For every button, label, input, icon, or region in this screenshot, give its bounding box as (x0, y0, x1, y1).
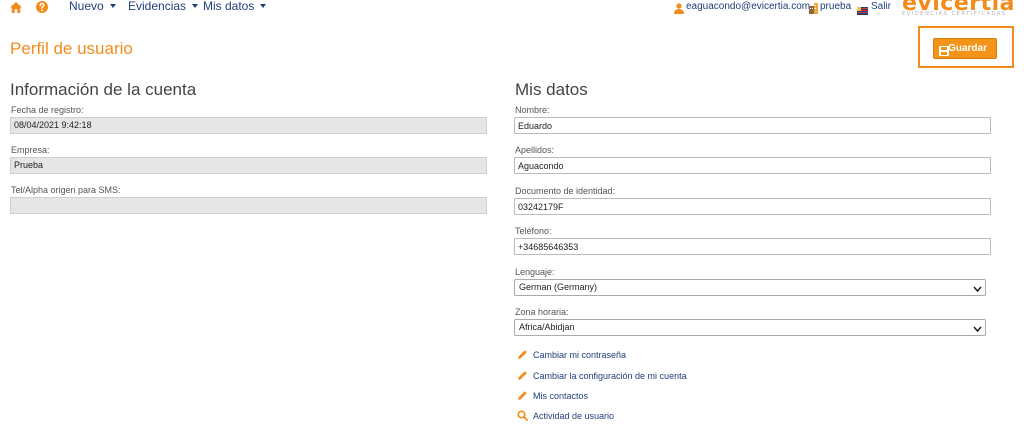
save-button[interactable]: Guardar (933, 38, 997, 59)
phone-label: Teléfono: (515, 226, 552, 236)
name-input[interactable] (514, 117, 991, 134)
save-icon (939, 44, 949, 63)
menu-evidencias-label: Evidencias (128, 0, 187, 13)
menu-mis-datos-label: Mis datos (203, 0, 255, 13)
chevron-down-icon (973, 283, 982, 298)
change-password-label: Cambiar mi contraseña (533, 350, 627, 360)
surname-input[interactable] (514, 157, 991, 174)
search-icon (517, 410, 529, 423)
name-label: Nombre: (515, 105, 550, 115)
timezone-select-value: Africa/Abidjan (519, 322, 575, 332)
my-contacts-link[interactable]: Mis contactos (517, 390, 588, 403)
change-password-link[interactable]: Cambiar mi contraseña (517, 349, 626, 362)
sms-origin-field (10, 197, 487, 214)
account-info-heading: Información de la cuenta (10, 80, 197, 99)
menu-nuevo-label: Nuevo (69, 0, 104, 13)
page-title: Perfil de usuario (10, 39, 133, 58)
user-activity-label: Actividad de usuario (533, 411, 615, 421)
pencil-icon (517, 390, 529, 403)
language-select-value: German (Germany) (519, 282, 598, 292)
my-contacts-label: Mis contactos (533, 391, 589, 401)
top-navbar: Nuevo Evidencias Mis datos eaguacondo@ev… (0, 0, 1024, 19)
save-button-label: Guardar (948, 43, 987, 54)
building-icon (809, 1, 818, 19)
question-circle-icon[interactable] (36, 0, 48, 18)
timezone-label: Zona horaria: (515, 307, 569, 317)
company-field: Prueba (10, 157, 487, 174)
user-activity-link[interactable]: Actividad de usuario (517, 410, 614, 423)
registration-date-field: 08/04/2021 9:42:18 (10, 117, 487, 134)
flag-icon (857, 2, 868, 20)
my-data-heading: Mis datos (515, 80, 588, 99)
company-label: Empresa: (11, 145, 50, 155)
logo-tagline: EVIDENCIAS CERTIFICADAS (902, 11, 1007, 17)
menu-evidencias[interactable]: Evidencias (128, 0, 199, 13)
pencil-icon (517, 370, 529, 383)
chevron-down-icon (192, 4, 199, 8)
menu-mis-datos[interactable]: Mis datos (203, 0, 267, 13)
surname-label: Apellidos: (515, 145, 555, 155)
chevron-down-icon (260, 4, 267, 8)
change-account-settings-link[interactable]: Cambiar la configuración de mi cuenta (517, 370, 687, 383)
phone-input[interactable] (514, 238, 991, 255)
user-icon (674, 1, 684, 19)
id-document-input[interactable] (514, 198, 991, 215)
chevron-down-icon (109, 4, 116, 8)
menu-nuevo[interactable]: Nuevo (69, 0, 116, 13)
sms-origin-label: Tel/Alpha origen para SMS: (11, 185, 121, 195)
timezone-select[interactable]: Africa/Abidjan (514, 319, 986, 336)
user-email-link[interactable]: eaguacondo@evicertia.com (686, 0, 810, 13)
change-account-settings-label: Cambiar la configuración de mi cuenta (533, 371, 687, 381)
chevron-down-icon (973, 323, 982, 338)
id-document-label: Documento de identidad: (515, 186, 616, 196)
registration-date-label: Fecha de registro: (11, 105, 84, 115)
pencil-icon (517, 349, 529, 362)
logout-link[interactable]: Salir (871, 0, 891, 13)
language-label: Lenguaje: (515, 267, 555, 277)
language-select[interactable]: German (Germany) (514, 279, 986, 296)
company-link[interactable]: prueba (820, 0, 851, 13)
home-icon[interactable] (10, 0, 22, 18)
